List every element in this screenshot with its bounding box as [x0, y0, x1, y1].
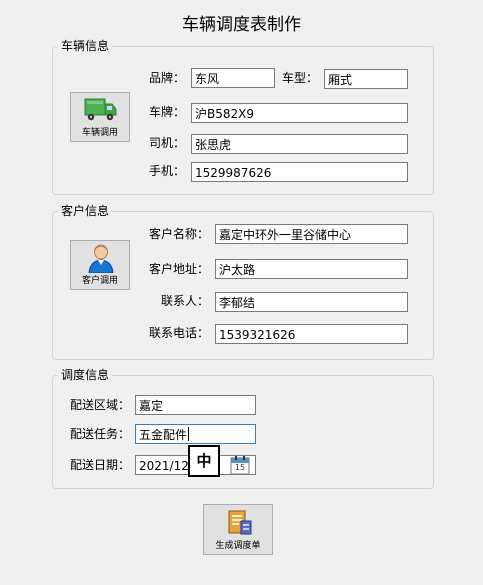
plate-field[interactable]: 沪B582X9	[191, 103, 408, 123]
brand-field[interactable]: 东风	[191, 68, 275, 88]
plate-label: 车牌：	[149, 105, 186, 119]
customer-name-field[interactable]: 嘉定中环外一里谷储中心	[215, 224, 408, 244]
calendar-day: 15	[234, 463, 246, 472]
contact-field[interactable]: 李郁结	[215, 292, 408, 312]
vehicle-type-field[interactable]: 厢式	[324, 69, 408, 89]
delivery-task-label: 配送任务：	[70, 427, 131, 441]
customer-select-button-label: 客户调用	[81, 276, 118, 286]
driver-field[interactable]: 张思虎	[191, 134, 408, 154]
customer-select-button[interactable]: 客户调用	[70, 240, 130, 290]
mobile-field[interactable]: 1529987626	[191, 162, 408, 182]
document-icon	[228, 510, 252, 535]
dispatch-info-legend: 调度信息	[58, 368, 113, 382]
driver-label: 司机：	[149, 136, 186, 150]
generate-dispatch-button[interactable]: 生成调度单	[203, 504, 273, 555]
customer-info-legend: 客户信息	[58, 204, 113, 218]
customer-address-field[interactable]: 沪太路	[215, 259, 408, 279]
vehicle-select-button[interactable]: 车辆调用	[70, 92, 130, 142]
ime-mode-indicator[interactable]: 中	[188, 445, 220, 477]
text-cursor	[188, 427, 189, 441]
vehicle-type-label: 车型：	[282, 71, 319, 85]
page-title: 车辆调度表制作	[182, 15, 301, 35]
customer-name-label: 客户名称：	[149, 227, 210, 241]
customer-address-label: 客户地址：	[149, 262, 210, 276]
contact-label: 联系人：	[161, 294, 210, 308]
mobile-label: 手机：	[149, 164, 186, 178]
generate-dispatch-button-label: 生成调度单	[215, 541, 261, 551]
brand-label: 品牌：	[149, 71, 186, 85]
contact-phone-field[interactable]: 1539321626	[215, 324, 408, 344]
calendar-button[interactable]: 15	[229, 456, 251, 475]
delivery-area-label: 配送区域：	[70, 398, 131, 412]
vehicle-info-legend: 车辆信息	[58, 39, 113, 53]
delivery-date-label: 配送日期：	[70, 458, 131, 472]
contact-phone-label: 联系电话：	[149, 326, 210, 340]
delivery-task-field[interactable]: 五金配件	[135, 424, 256, 444]
vehicle-select-button-label: 车辆调用	[81, 128, 118, 138]
person-icon	[88, 244, 114, 273]
truck-icon	[84, 98, 117, 121]
delivery-area-field[interactable]: 嘉定	[135, 395, 256, 415]
